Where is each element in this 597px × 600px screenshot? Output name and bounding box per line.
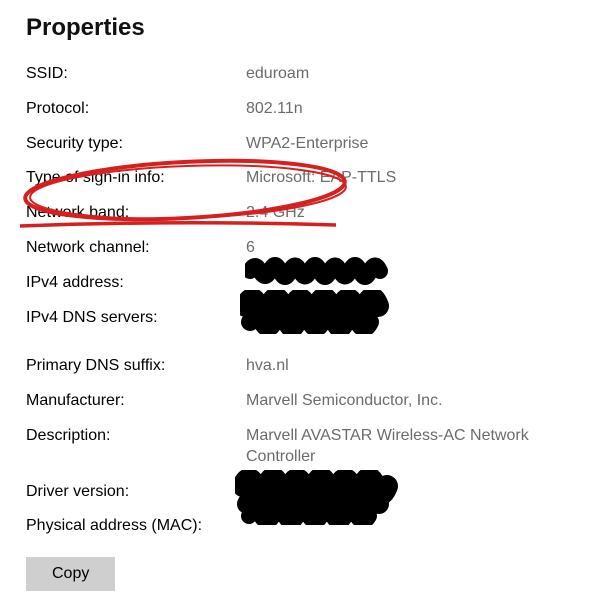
ipv4-address-value	[246, 273, 571, 294]
signin-info-label: Type of sign-in info:	[26, 168, 246, 189]
network-channel-label: Network channel:	[26, 238, 246, 259]
protocol-label: Protocol:	[26, 99, 246, 120]
row-driver-version: Driver version:	[26, 482, 571, 503]
properties-panel: Properties SSID: eduroam Protocol: 802.1…	[0, 0, 597, 591]
security-type-label: Security type:	[26, 134, 246, 155]
protocol-value: 802.11n	[246, 99, 571, 120]
ssid-value: eduroam	[246, 64, 571, 85]
ipv4-dns-label: IPv4 DNS servers:	[26, 308, 246, 329]
network-band-label: Network band:	[26, 203, 246, 224]
row-primary-dns-suffix: Primary DNS suffix: hva.nl	[26, 356, 571, 377]
row-mac-address: Physical address (MAC):	[26, 516, 571, 537]
row-protocol: Protocol: 802.11n	[26, 99, 571, 120]
ipv4-address-label: IPv4 address:	[26, 273, 246, 294]
row-ipv4-dns: IPv4 DNS servers:	[26, 308, 571, 329]
row-ipv4-address: IPv4 address:	[26, 273, 571, 294]
driver-version-value	[246, 482, 571, 503]
row-manufacturer: Manufacturer: Marvell Semiconductor, Inc…	[26, 391, 571, 412]
page-title: Properties	[26, 14, 571, 42]
description-label: Description:	[26, 426, 246, 468]
row-network-channel: Network channel: 6	[26, 238, 571, 259]
network-band-value: 2.4 GHz	[246, 203, 571, 224]
manufacturer-value: Marvell Semiconductor, Inc.	[246, 391, 571, 412]
row-network-band: Network band: 2.4 GHz	[26, 203, 571, 224]
driver-version-label: Driver version:	[26, 482, 246, 503]
copy-button[interactable]: Copy	[26, 557, 115, 591]
description-value: Marvell AVASTAR Wireless-AC Network Cont…	[246, 426, 571, 468]
row-ssid: SSID: eduroam	[26, 64, 571, 85]
security-type-value: WPA2-Enterprise	[246, 134, 571, 155]
row-signin-info: Type of sign-in info: Microsoft: EAP-TTL…	[26, 168, 571, 189]
row-description: Description: Marvell AVASTAR Wireless-AC…	[26, 426, 571, 468]
signin-info-value: Microsoft: EAP-TTLS	[246, 168, 571, 189]
section-gap	[26, 342, 571, 356]
primary-dns-suffix-value: hva.nl	[246, 356, 571, 377]
annotation-overlay	[0, 0, 597, 591]
ipv4-dns-value	[246, 308, 571, 329]
row-security-type: Security type: WPA2-Enterprise	[26, 134, 571, 155]
network-channel-value: 6	[246, 238, 571, 259]
manufacturer-label: Manufacturer:	[26, 391, 246, 412]
mac-address-value	[246, 516, 571, 537]
primary-dns-suffix-label: Primary DNS suffix:	[26, 356, 246, 377]
ssid-label: SSID:	[26, 64, 246, 85]
mac-address-label: Physical address (MAC):	[26, 516, 246, 537]
